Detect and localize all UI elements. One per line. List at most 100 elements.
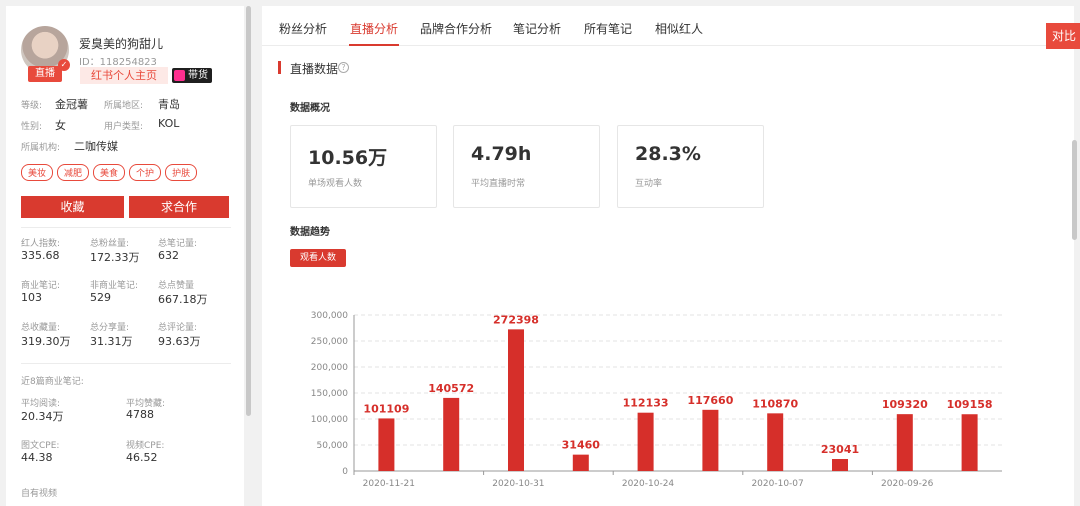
- metric-card: 4.79h 平均直播时常: [453, 125, 600, 208]
- stat-value: 667.18万: [158, 293, 208, 306]
- tag[interactable]: 个护: [129, 164, 162, 181]
- metric-value: 28.3%: [635, 143, 701, 165]
- x-tick-label: 2020-10-07: [751, 479, 803, 489]
- recent-label: 图文CPE:: [21, 441, 60, 451]
- tab-live[interactable]: 直播分析: [350, 20, 398, 37]
- bar: [961, 414, 978, 471]
- tab-brand[interactable]: 品牌合作分析: [420, 20, 492, 37]
- metric-value: 4.79h: [471, 143, 532, 165]
- bar-value-label: 31460: [562, 439, 601, 452]
- bar: [443, 397, 460, 471]
- stat-value: 103: [21, 291, 42, 304]
- bar-value-label: 272398: [493, 313, 539, 326]
- org-label: 所属机构:: [21, 143, 61, 153]
- recent-label: 视频CPE:: [126, 441, 165, 451]
- tab-fans[interactable]: 粉丝分析: [279, 20, 327, 37]
- stat-label: 商业笔记:: [21, 281, 61, 291]
- tab-all-notes[interactable]: 所有笔记: [584, 20, 632, 37]
- tab-similar[interactable]: 相似红人: [655, 20, 703, 37]
- compare-button[interactable]: 对比: [1046, 23, 1080, 49]
- metric-label: 平均直播时常: [471, 179, 526, 189]
- tag-list: 美妆 减肥 美食 个护 护肤: [21, 164, 198, 181]
- tab-bar: 粉丝分析 直播分析 品牌合作分析 笔记分析 所有笔记 相似红人: [262, 6, 1074, 46]
- y-tick-label: 300,000: [311, 311, 348, 321]
- region-label: 所属地区:: [104, 101, 144, 111]
- x-tick-label: 2020-09-26: [881, 479, 934, 489]
- cargo-label: 带货: [188, 70, 208, 81]
- gender-label: 性别:: [21, 122, 43, 132]
- tab-notes-analysis[interactable]: 笔记分析: [513, 20, 561, 37]
- section-marker: [278, 61, 281, 74]
- stat-value: 319.30万: [21, 335, 71, 348]
- cooperate-button[interactable]: 求合作: [129, 196, 229, 218]
- y-tick-label: 50,000: [317, 441, 349, 451]
- recent-title: 近8篇商业笔记:: [21, 377, 84, 387]
- usertype-label: 用户类型:: [104, 122, 144, 132]
- stat-value: 93.63万: [158, 335, 201, 348]
- stat-label: 总粉丝量:: [90, 239, 130, 249]
- bar: [896, 414, 913, 471]
- stat-value: 529: [90, 291, 111, 304]
- cargo-button[interactable]: 带货: [172, 68, 212, 83]
- views-bar-chart: 0 50,000 100,000 150,000 200,000 250,000 300,0…: [311, 311, 1002, 489]
- level-value: 金冠薯: [55, 98, 88, 111]
- profile-name: 爱臭美的狗甜儿: [79, 37, 164, 51]
- bar: [702, 409, 719, 471]
- stat-value: 31.31万: [90, 335, 133, 348]
- bar-value-label: 109158: [947, 398, 993, 411]
- divider: [21, 227, 231, 228]
- profile-panel: 直播 ✓ 爱臭美的狗甜儿 ID：118254823 红书个人主页 带货 等级: …: [6, 6, 244, 506]
- bar-value-label: 23041: [821, 443, 859, 456]
- level-label: 等级:: [21, 101, 43, 111]
- recent-value: 44.38: [21, 451, 53, 464]
- bar: [767, 413, 784, 471]
- bar-value-label: 112133: [623, 397, 669, 410]
- y-tick-label: 200,000: [311, 363, 348, 373]
- metric-card: 10.56万 单场观看人数: [290, 125, 437, 208]
- bar: [572, 454, 589, 471]
- tag[interactable]: 护肤: [165, 164, 198, 181]
- main-panel: 粉丝分析 直播分析 品牌合作分析 笔记分析 所有笔记 相似红人 直播数据 ? 数…: [262, 6, 1074, 506]
- stat-label: 总收藏量:: [21, 323, 61, 333]
- tag[interactable]: 美食: [93, 164, 126, 181]
- stat-label: 总评论量:: [158, 323, 198, 333]
- profile-home-button[interactable]: 红书个人主页: [80, 67, 168, 84]
- shopping-bag-icon: [174, 70, 185, 81]
- left-scrollbar[interactable]: [246, 6, 251, 416]
- stat-label: 总点赞量: [158, 281, 195, 291]
- x-tick-label: 2020-11-21: [363, 479, 415, 489]
- tag[interactable]: 减肥: [57, 164, 90, 181]
- tag[interactable]: 美妆: [21, 164, 54, 181]
- stat-label: 总分享量:: [90, 323, 130, 333]
- gender-value: 女: [55, 119, 66, 132]
- overview-title: 数据概况: [290, 103, 330, 114]
- x-tick-label: 2020-10-31: [492, 479, 544, 489]
- section-title: 直播数据: [290, 62, 339, 76]
- bar: [508, 329, 524, 471]
- collect-button[interactable]: 收藏: [21, 196, 124, 218]
- live-badge: 直播: [28, 66, 62, 82]
- bar: [637, 412, 654, 471]
- recent-more: 自有视频: [21, 489, 58, 499]
- stat-label: 红人指数:: [21, 239, 61, 249]
- metric-label: 单场观看人数: [308, 179, 363, 189]
- metric-value: 10.56万: [308, 147, 388, 169]
- recent-value: 20.34万: [21, 410, 64, 423]
- recent-value: 4788: [126, 408, 154, 421]
- metric-card: 28.3% 互动率: [617, 125, 764, 208]
- divider: [21, 363, 231, 364]
- bar: [832, 459, 848, 471]
- active-tab-indicator: [349, 44, 399, 46]
- y-tick-label: 100,000: [311, 415, 348, 425]
- usertype-value: KOL: [158, 117, 180, 130]
- bar-value-label: 110870: [752, 397, 798, 410]
- y-tick-label: 0: [342, 467, 348, 477]
- metric-label: 互动率: [635, 179, 663, 189]
- stat-label: 总笔记量:: [158, 239, 198, 249]
- org-value: 二咖传媒: [74, 140, 118, 153]
- verified-icon: ✓: [58, 59, 70, 71]
- help-icon[interactable]: ?: [338, 62, 349, 73]
- views-filter-button[interactable]: 观看人数: [290, 249, 346, 267]
- stat-value: 335.68: [21, 249, 60, 262]
- right-scrollbar[interactable]: [1072, 140, 1077, 240]
